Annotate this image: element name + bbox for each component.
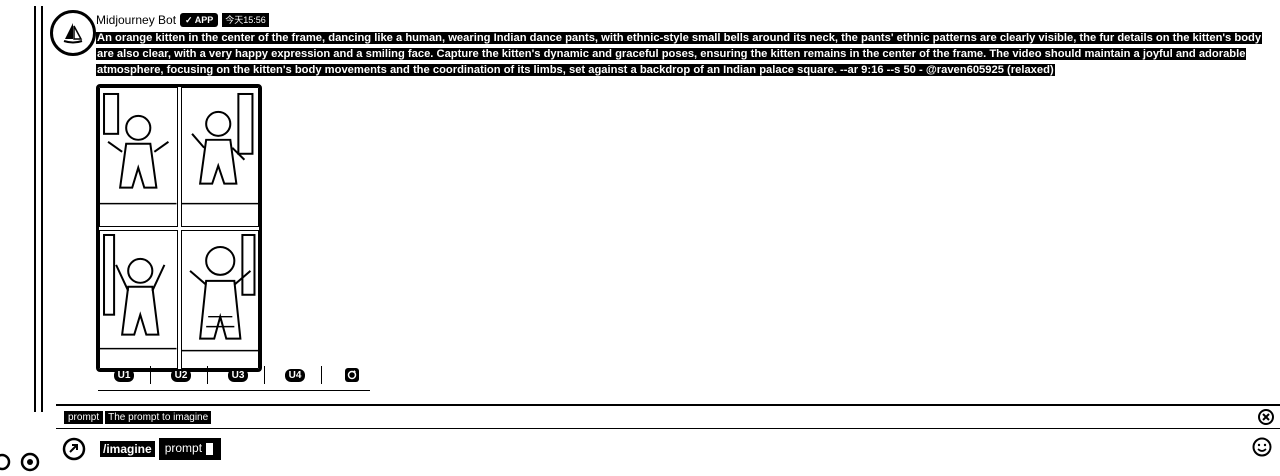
- text-caret: [204, 441, 216, 457]
- prompt-param[interactable]: prompt: [158, 438, 222, 460]
- u1-label: U1: [113, 368, 135, 382]
- app-badge: ✓ APP: [180, 13, 219, 27]
- upscale-buttons: U1 U2 U3 U4: [98, 366, 382, 384]
- image-tile-2[interactable]: [180, 87, 259, 227]
- avatar[interactable]: [50, 10, 96, 56]
- prompt-text: An orange kitten in the center of the fr…: [96, 30, 1280, 78]
- image-grid[interactable]: [96, 84, 262, 372]
- option-description: The prompt to imagine: [105, 410, 212, 424]
- reroll-button[interactable]: [326, 366, 378, 384]
- message-composer[interactable]: /imagine prompt: [56, 428, 1280, 469]
- u2-label: U2: [170, 368, 192, 382]
- option-name[interactable]: prompt: [64, 410, 104, 424]
- u1-button[interactable]: U1: [98, 366, 151, 384]
- emoji-button[interactable]: [1252, 437, 1272, 462]
- close-icon: [1258, 409, 1274, 425]
- thread-bars: [32, 6, 48, 412]
- image-tile-4[interactable]: [180, 229, 259, 369]
- close-hint-button[interactable]: [1258, 409, 1274, 430]
- image-tile-3[interactable]: [99, 229, 178, 369]
- message-header: Midjourney Bot ✓ APP 今天15:56: [96, 12, 269, 28]
- refresh-icon: [345, 368, 359, 382]
- refresh-icon[interactable]: [0, 452, 14, 472]
- option-hint-bar: prompt The prompt to imagine: [56, 404, 1280, 428]
- timestamp: 今天15:56: [222, 13, 269, 27]
- u3-label: U3: [227, 368, 249, 382]
- gear-icon[interactable]: [20, 452, 40, 472]
- button-row-divider: [98, 390, 370, 391]
- attach-button[interactable]: [62, 437, 86, 461]
- bot-name[interactable]: Midjourney Bot: [96, 13, 176, 27]
- u4-button[interactable]: U4: [269, 366, 322, 384]
- slash-command: /imagine: [100, 441, 155, 457]
- smile-icon: [1252, 437, 1272, 457]
- prompt-content: An orange kitten in the center of the fr…: [96, 32, 1263, 76]
- plus-circle-icon: [62, 437, 86, 461]
- left-toolbar: [0, 452, 40, 472]
- image-tile-1[interactable]: [99, 87, 178, 227]
- sailboat-icon: [63, 23, 83, 44]
- u3-button[interactable]: U3: [212, 366, 265, 384]
- u4-label: U4: [284, 368, 306, 382]
- u2-button[interactable]: U2: [155, 366, 208, 384]
- prompt-param-label: prompt: [164, 441, 203, 456]
